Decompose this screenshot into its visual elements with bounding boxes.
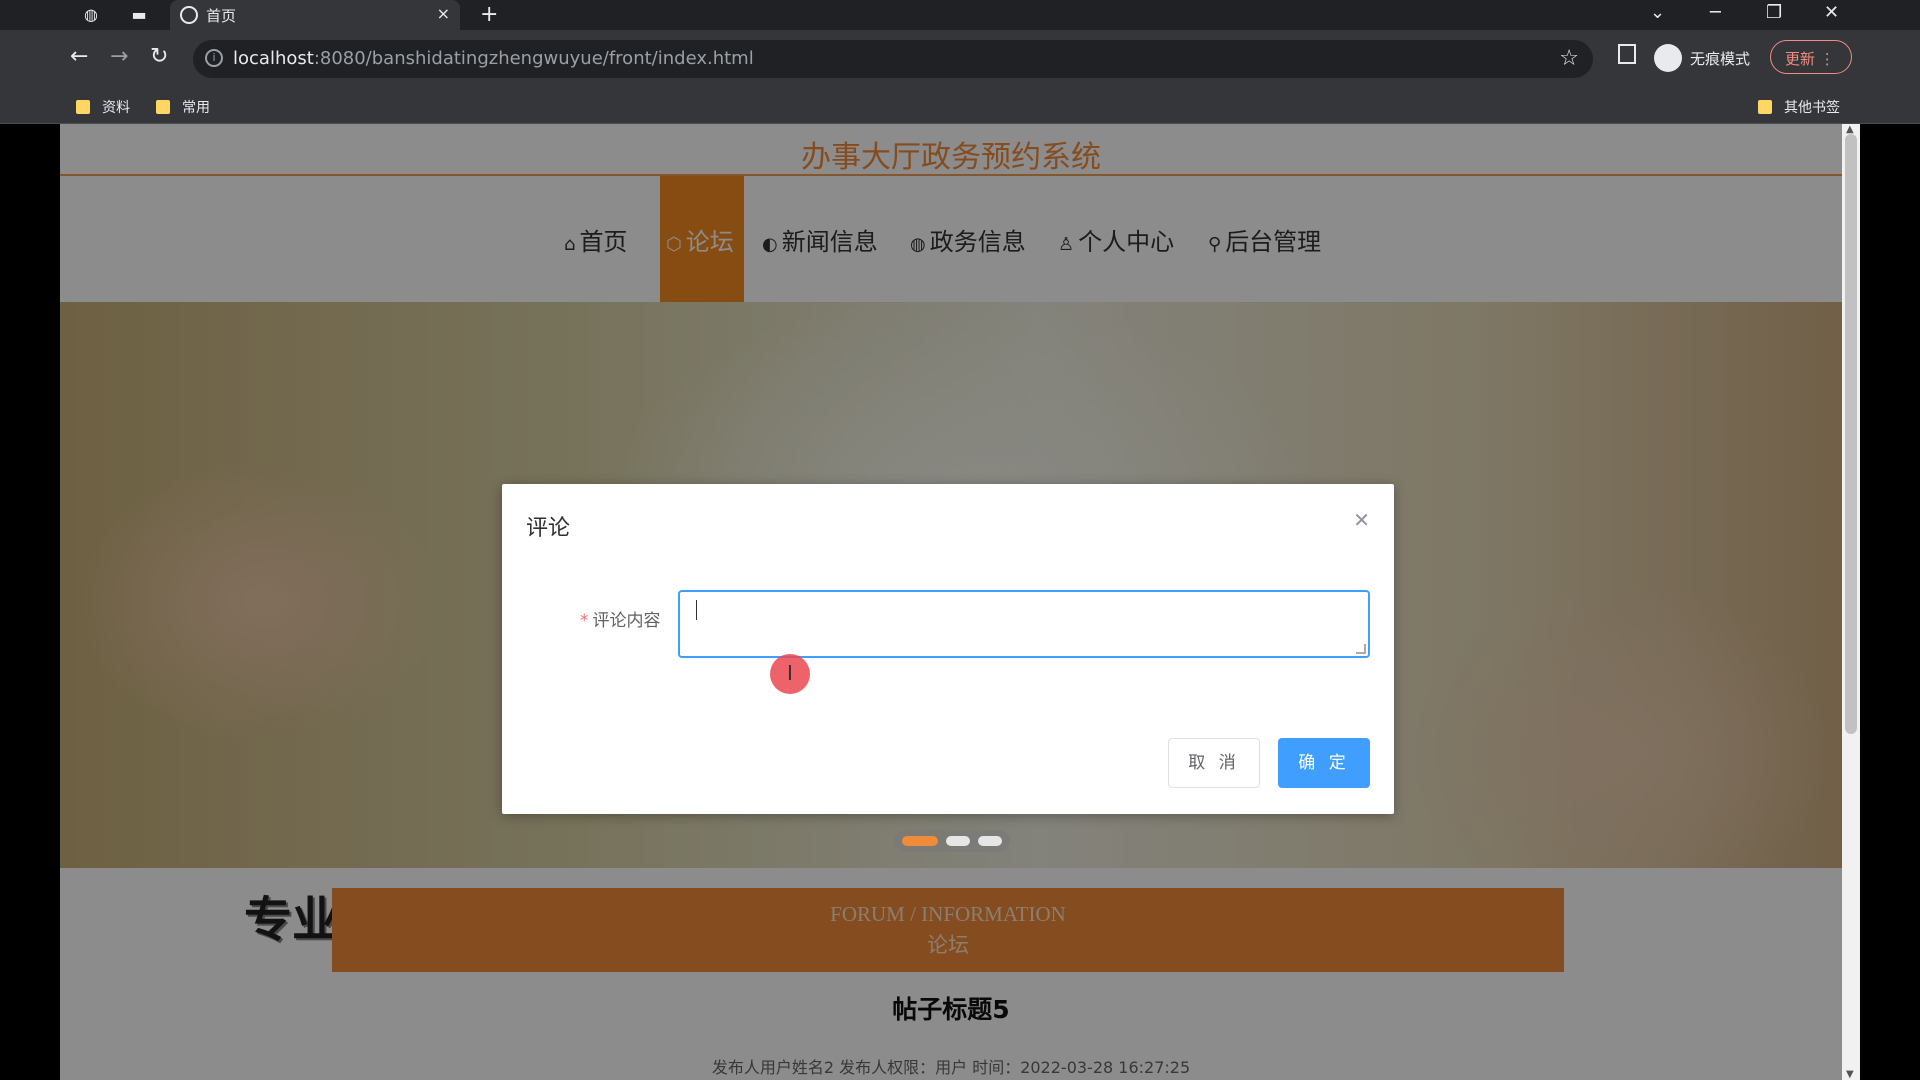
resize-handle[interactable] — [1356, 644, 1366, 654]
url-path: :8080/banshidatingzhengwuyue/front/index… — [313, 48, 754, 69]
new-tab-button[interactable]: + — [480, 2, 498, 27]
bookmark-folder-1[interactable]: 资料 — [76, 97, 130, 117]
folder-icon — [156, 100, 170, 114]
cancel-button[interactable]: 取 消 — [1168, 738, 1260, 788]
scroll-down-icon[interactable]: ▼ — [1846, 1069, 1854, 1080]
bookmarks-bar: 资料 常用 其他书签 — [0, 88, 1920, 124]
url-text[interactable]: localhost:8080/banshidatingzhengwuyue/fr… — [233, 48, 754, 69]
tab-title: 首页 — [206, 7, 237, 25]
mouse-cursor-icon: I — [770, 654, 810, 694]
incognito-icon[interactable] — [1654, 44, 1682, 72]
scrollbar-thumb[interactable] — [1845, 134, 1857, 734]
dialog-title: 评论 — [526, 516, 571, 541]
browser-tab-bar: ◍ ▬ 首页 × + ⌄ ─ ❐ ✕ — [0, 0, 1920, 30]
tab-search-icon[interactable]: ▬ — [128, 4, 150, 26]
comment-field-label: * 评论内容 — [580, 606, 661, 631]
page-viewport: 办事大厅政务预约系统 ⌂ 首页 ⬡ 论坛 ◐ 新闻信息 ◍ 政务信息 ♙ 个人中心 ⚲ 后台… — [60, 124, 1842, 1080]
required-mark: * — [580, 611, 589, 631]
bookmark-label-1: 资料 — [102, 100, 130, 116]
close-icon[interactable]: ✕ — [1353, 508, 1370, 532]
url-host: localhost — [233, 48, 314, 69]
browser-tab[interactable]: 首页 × — [170, 0, 460, 30]
address-bar[interactable]: i localhost:8080/banshidatingzhengwuyue/… — [193, 40, 1593, 78]
bookmark-folder-2[interactable]: 常用 — [156, 97, 210, 117]
carousel-dot-3[interactable] — [978, 836, 1002, 846]
other-bookmarks[interactable]: 其他书签 — [1758, 97, 1840, 117]
tab-favicon-icon — [180, 6, 198, 24]
back-button[interactable]: ← — [70, 44, 88, 69]
minimize-button[interactable]: ─ — [1710, 2, 1721, 23]
text-caret — [696, 600, 697, 620]
bookmark-label-2: 常用 — [182, 100, 210, 116]
forward-button[interactable]: → — [110, 44, 128, 69]
tab-list-chevron-icon[interactable]: ⌄ — [1650, 2, 1665, 23]
screen-margin — [1860, 124, 1920, 1080]
comment-textarea[interactable] — [678, 590, 1370, 658]
confirm-button[interactable]: 确 定 — [1278, 738, 1370, 788]
carousel-dot-2[interactable] — [946, 836, 970, 846]
window-close-button[interactable]: ✕ — [1824, 2, 1839, 23]
tab-close-icon[interactable]: × — [437, 4, 450, 23]
restore-button[interactable]: ❐ — [1766, 2, 1782, 23]
browser-toolbar: ← → ↻ i localhost:8080/banshidatingzheng… — [0, 30, 1920, 88]
side-panel-icon[interactable] — [1618, 44, 1636, 64]
update-button[interactable]: 更新 ⋮ — [1770, 40, 1852, 74]
update-label: 更新 — [1785, 50, 1816, 68]
other-bookmarks-label: 其他书签 — [1784, 100, 1840, 116]
carousel-indicators — [894, 830, 1010, 852]
carousel-dot-1[interactable] — [902, 836, 938, 846]
folder-icon — [76, 100, 90, 114]
comment-label-text: 评论内容 — [592, 611, 661, 631]
incognito-label[interactable]: 无痕模式 — [1690, 48, 1750, 69]
page-scrollbar[interactable]: ▲ ▼ — [1842, 124, 1860, 1080]
folder-icon — [1758, 100, 1772, 114]
site-info-icon[interactable]: i — [205, 49, 223, 67]
bookmark-star-icon[interactable]: ☆ — [1559, 46, 1579, 71]
reload-button[interactable]: ↻ — [150, 44, 168, 69]
comment-dialog: 评论 ✕ * 评论内容 I 取 消 确 定 — [502, 484, 1394, 814]
browser-globe-icon[interactable]: ◍ — [80, 4, 102, 26]
